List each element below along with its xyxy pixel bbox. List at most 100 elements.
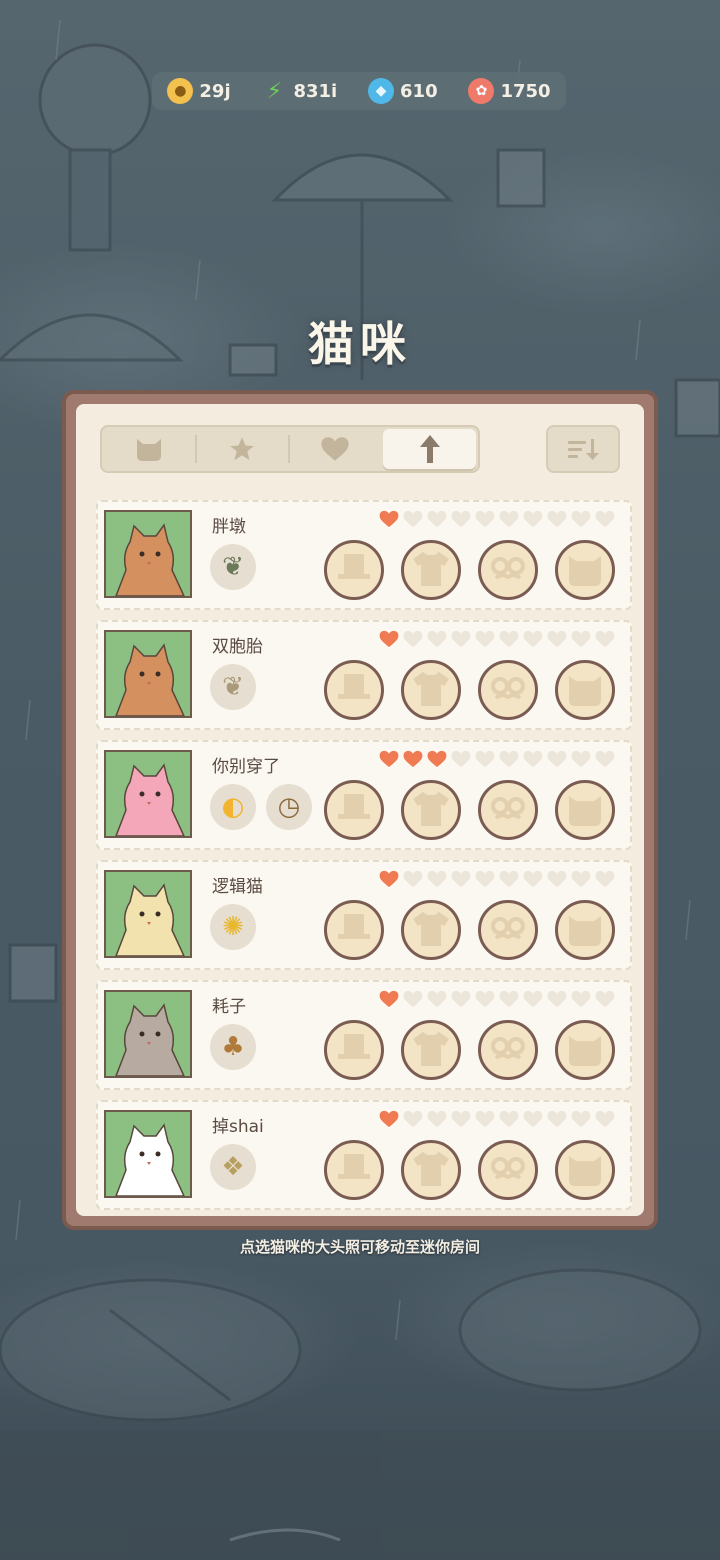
coin-resource[interactable]: ● 29j: [167, 78, 231, 104]
shirt-slot[interactable]: [401, 540, 461, 600]
heart-empty-icon: [523, 510, 543, 528]
cat-portrait[interactable]: [104, 1110, 192, 1198]
cat-avatar-icon: [115, 1003, 185, 1076]
face-slot[interactable]: [555, 1140, 615, 1200]
heart-filled-icon: [379, 990, 399, 1008]
energy-value: 831i: [293, 80, 338, 102]
heart-empty-icon: [451, 750, 471, 768]
cat-row[interactable]: 你别穿了 ◐ ◷: [96, 740, 632, 850]
heart-empty-icon: [475, 750, 495, 768]
candy-value: 1750: [500, 80, 551, 102]
glasses-slot[interactable]: [478, 1140, 538, 1200]
tab-stars[interactable]: [195, 427, 288, 471]
heart-icon: [320, 437, 349, 461]
cat-avatar-icon: [115, 763, 185, 836]
tab-level[interactable]: [383, 429, 476, 469]
affection-hearts: [378, 510, 616, 528]
hat-slot[interactable]: [324, 660, 384, 720]
hat-slot[interactable]: [324, 780, 384, 840]
hint-text: 点选猫咪的大头照可移动至迷你房间: [239, 1238, 480, 1256]
filter-tabs: [100, 425, 480, 473]
heart-empty-icon: [451, 1110, 471, 1128]
tab-cats[interactable]: [102, 427, 195, 471]
hat-slot[interactable]: [324, 900, 384, 960]
glasses-slot[interactable]: [478, 780, 538, 840]
candy-resource[interactable]: ✿ 1750: [468, 78, 551, 104]
pineapple-icon[interactable]: ❖: [210, 1144, 256, 1190]
heart-filled-icon: [379, 750, 399, 768]
heart-empty-icon: [475, 990, 495, 1008]
shirt-slot[interactable]: [401, 1140, 461, 1200]
heart-filled-icon: [379, 510, 399, 528]
corn-icon[interactable]: ✺: [210, 904, 256, 950]
tab-hearts[interactable]: [288, 427, 381, 471]
heart-empty-icon: [595, 990, 615, 1008]
heart-empty-icon: [475, 1110, 495, 1128]
shirt-slot-icon: [413, 1032, 449, 1066]
cat-portrait[interactable]: [104, 510, 192, 598]
cat-portrait[interactable]: [104, 870, 192, 958]
glasses-slot-icon: [491, 677, 525, 700]
cat-row[interactable]: 掉shai ❖: [96, 1100, 632, 1210]
heart-empty-icon: [451, 510, 471, 528]
plant-icon[interactable]: ❦: [210, 544, 256, 590]
heart-empty-icon: [547, 990, 567, 1008]
face-slot[interactable]: [555, 540, 615, 600]
glasses-slot[interactable]: [478, 540, 538, 600]
sort-button[interactable]: [546, 425, 620, 473]
heart-empty-icon: [571, 990, 591, 1008]
heart-empty-icon: [571, 870, 591, 888]
cat-row[interactable]: 耗子 ♣: [96, 980, 632, 1090]
heart-empty-icon: [427, 870, 447, 888]
heart-filled-icon: [403, 750, 423, 768]
glasses-slot[interactable]: [478, 900, 538, 960]
lemon-icon[interactable]: ◐: [210, 784, 256, 830]
energy-resource[interactable]: ⚡ 831i: [261, 78, 337, 104]
cat-portrait[interactable]: [104, 750, 192, 838]
heart-empty-icon: [523, 990, 543, 1008]
acorn-icon[interactable]: ♣: [210, 1024, 256, 1070]
hat-slot[interactable]: [324, 1140, 384, 1200]
cat-row[interactable]: 双胞胎 ❦: [96, 620, 632, 730]
stopwatch-icon[interactable]: ◷: [266, 784, 312, 830]
heart-empty-icon: [571, 750, 591, 768]
coin-value: 29j: [199, 80, 231, 102]
shirt-slot[interactable]: [401, 660, 461, 720]
face-slot[interactable]: [555, 780, 615, 840]
heart-empty-icon: [595, 1110, 615, 1128]
heart-empty-icon: [451, 990, 471, 1008]
hat-slot[interactable]: [324, 540, 384, 600]
diamond-resource[interactable]: ◆ 610: [368, 78, 438, 104]
glasses-slot[interactable]: [478, 660, 538, 720]
hat-slot-icon: [338, 794, 370, 819]
affection-hearts: [378, 1110, 616, 1128]
heart-empty-icon: [523, 630, 543, 648]
affection-hearts: [378, 990, 616, 1008]
heart-empty-icon: [571, 630, 591, 648]
shirt-slot-icon: [413, 912, 449, 946]
face-slot[interactable]: [555, 660, 615, 720]
cat-icon: [136, 439, 161, 461]
affection-hearts: [378, 750, 616, 768]
heart-empty-icon: [547, 630, 567, 648]
shirt-slot[interactable]: [401, 780, 461, 840]
face-slot[interactable]: [555, 900, 615, 960]
cat-portrait[interactable]: [104, 630, 192, 718]
face-slot[interactable]: [555, 1020, 615, 1080]
shirt-slot[interactable]: [401, 900, 461, 960]
glasses-slot-icon: [491, 797, 525, 820]
shirt-slot[interactable]: [401, 1020, 461, 1080]
heart-empty-icon: [403, 510, 423, 528]
hat-slot[interactable]: [324, 1020, 384, 1080]
cat-row[interactable]: 胖墩 ❦: [96, 500, 632, 610]
heart-empty-icon: [595, 750, 615, 768]
cat-portrait[interactable]: [104, 990, 192, 1078]
glasses-slot-icon: [491, 1157, 525, 1180]
shirt-slot-icon: [413, 552, 449, 586]
heart-empty-icon: [499, 990, 519, 1008]
glasses-slot[interactable]: [478, 1020, 538, 1080]
heart-empty-icon: [523, 750, 543, 768]
cat-row[interactable]: 逻辑猫 ✺: [96, 860, 632, 970]
cat-name: 双胞胎: [212, 637, 263, 657]
wheat-icon[interactable]: ❦: [210, 664, 256, 710]
